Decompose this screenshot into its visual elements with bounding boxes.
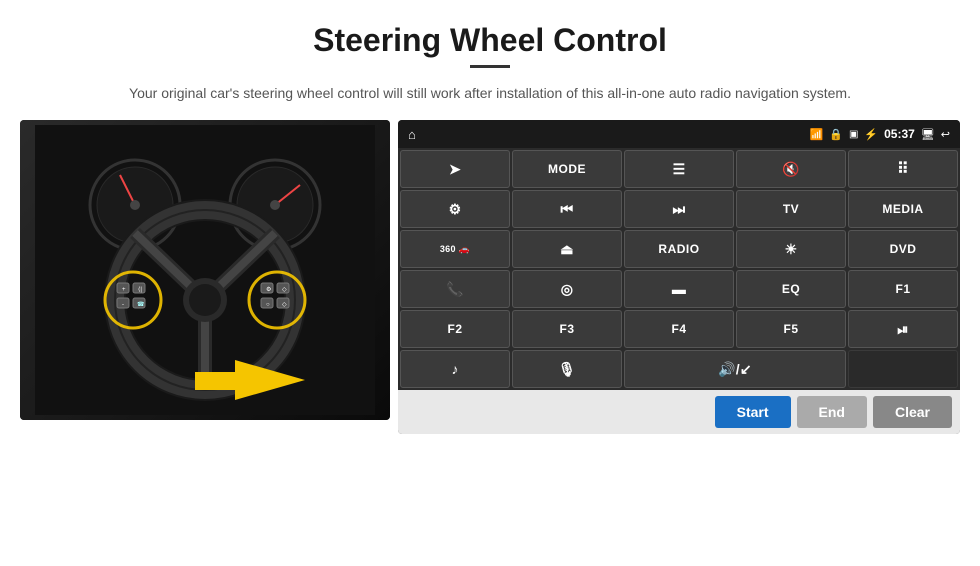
start-button[interactable]: Start xyxy=(715,396,791,428)
svg-text:◇: ◇ xyxy=(282,287,287,293)
btn-radio[interactable]: RADIO xyxy=(624,230,734,268)
btn-mute[interactable]: 🔇 xyxy=(736,150,846,188)
svg-text:☎: ☎ xyxy=(137,301,145,308)
btn-settings[interactable]: ⚙ xyxy=(400,190,510,228)
btn-phone[interactable]: 📞 xyxy=(400,270,510,308)
btn-list[interactable]: ☰ xyxy=(624,150,734,188)
btn-bright[interactable]: ☀ xyxy=(736,230,846,268)
btn-f1[interactable]: F1 xyxy=(848,270,958,308)
svg-text:⟨|: ⟨| xyxy=(138,286,142,293)
btn-extra[interactable] xyxy=(848,350,958,388)
btn-nav2[interactable]: ◎ xyxy=(512,270,622,308)
btn-media[interactable]: MEDIA xyxy=(848,190,958,228)
bluetooth-icon: ⚡ xyxy=(864,128,878,141)
control-panel: ⌂ 📶 🔒 ▣ ⚡ 05:37 🖥 ↩ ➤ MODE ☰ 🔇 ⠿ ⚙ ⏮ ⏭ xyxy=(398,120,960,434)
time-display: 05:37 xyxy=(884,127,915,141)
btn-mode[interactable]: MODE xyxy=(512,150,622,188)
wifi-icon: 📶 xyxy=(810,128,824,141)
btn-f5[interactable]: F5 xyxy=(736,310,846,348)
sim-icon: ▣ xyxy=(849,129,858,140)
btn-mic[interactable]: 🎙 xyxy=(512,350,622,388)
btn-dvd[interactable]: DVD xyxy=(848,230,958,268)
svg-text:○: ○ xyxy=(266,302,270,308)
btn-next[interactable]: ⏭ xyxy=(624,190,734,228)
svg-text:+: + xyxy=(122,287,126,293)
btn-screen[interactable]: ▬ xyxy=(624,270,734,308)
clear-button[interactable]: Clear xyxy=(873,396,952,428)
btn-vol[interactable]: 🔊/↙ xyxy=(624,350,846,388)
btn-f4[interactable]: F4 xyxy=(624,310,734,348)
status-bar: ⌂ 📶 🔒 ▣ ⚡ 05:37 🖥 ↩ xyxy=(398,120,960,148)
btn-send[interactable]: ➤ xyxy=(400,150,510,188)
end-button[interactable]: End xyxy=(797,396,867,428)
page-subtitle: Your original car's steering wheel contr… xyxy=(0,82,980,104)
buttons-grid: ➤ MODE ☰ 🔇 ⠿ ⚙ ⏮ ⏭ TV MEDIA 360 🚗 ⏏ RADI… xyxy=(398,148,960,390)
status-bar-right: 📶 🔒 ▣ ⚡ 05:37 🖥 ↩ xyxy=(810,127,950,141)
btn-360[interactable]: 360 🚗 xyxy=(400,230,510,268)
svg-text:-: - xyxy=(122,302,124,308)
btn-eject[interactable]: ⏏ xyxy=(512,230,622,268)
content-area: + ⟨| - ☎ ⚙ ◇ ○ ◇ xyxy=(0,120,980,434)
svg-text:◇: ◇ xyxy=(282,302,287,308)
btn-apps[interactable]: ⠿ xyxy=(848,150,958,188)
btn-eq[interactable]: EQ xyxy=(736,270,846,308)
title-divider xyxy=(470,65,510,68)
home-icon: ⌂ xyxy=(408,127,416,142)
btn-f2[interactable]: F2 xyxy=(400,310,510,348)
btn-tv[interactable]: TV xyxy=(736,190,846,228)
action-bar: Start End Clear xyxy=(398,390,960,434)
back-icon: ↩ xyxy=(941,128,950,141)
btn-playpause[interactable]: ⏯ xyxy=(848,310,958,348)
status-bar-left: ⌂ xyxy=(408,127,416,142)
monitor-icon: 🖥 xyxy=(921,128,935,141)
svg-text:⚙: ⚙ xyxy=(266,286,271,293)
btn-prev[interactable]: ⏮ xyxy=(512,190,622,228)
page-title: Steering Wheel Control xyxy=(0,22,980,59)
btn-music[interactable]: ♪ xyxy=(400,350,510,388)
lock-icon: 🔒 xyxy=(829,128,843,141)
btn-f3[interactable]: F3 xyxy=(512,310,622,348)
car-image: + ⟨| - ☎ ⚙ ◇ ○ ◇ xyxy=(20,120,390,420)
